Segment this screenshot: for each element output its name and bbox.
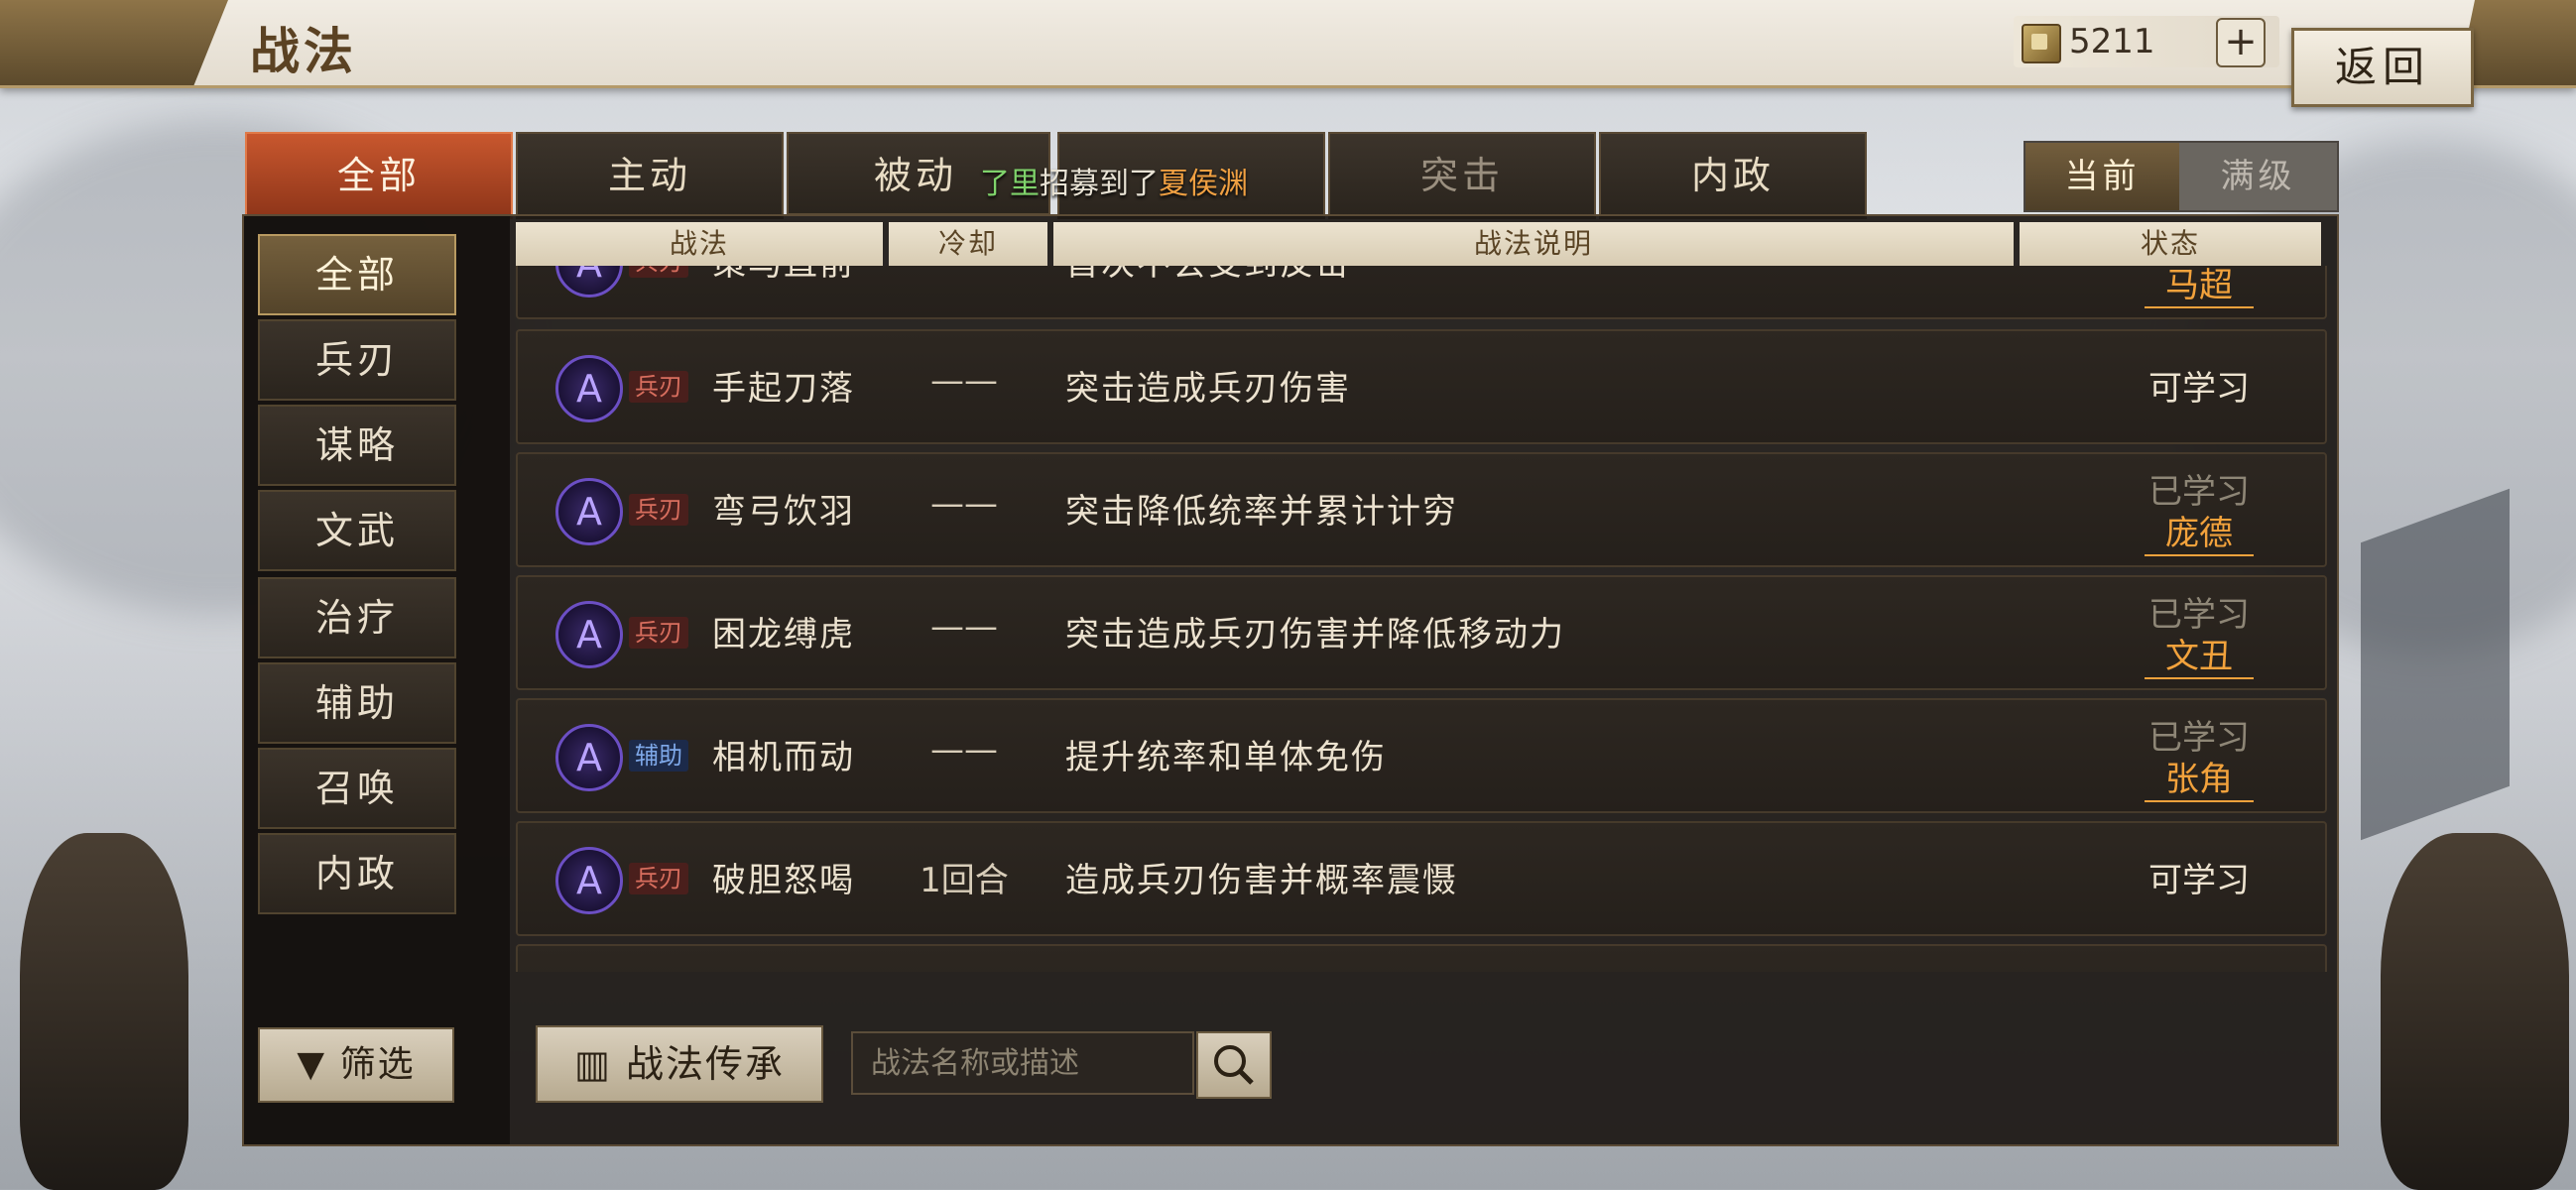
skill-description: 突击降低统率并累计计穷 [1065, 492, 1458, 532]
skill-status: 可学习 [2148, 861, 2250, 900]
skill-cooldown: 1回合 [920, 861, 1009, 900]
table-row[interactable]: A 兵刃 破胆怒喝 1回合 造成兵刃伤害并概率震慑 可学习 [516, 821, 2327, 936]
toggle-current[interactable]: 当前 [2025, 143, 2179, 210]
table-row[interactable]: A 辅助 相机而动 —— 提升统率和单体免伤 已学习 张角 [516, 698, 2327, 813]
header-description: 战法说明 [1053, 222, 2014, 266]
skill-name: 弯弓饮羽 [712, 492, 855, 532]
skill-cooldown: —— [930, 607, 998, 647]
recruit-notice: 了里招募到了夏侯渊 [980, 159, 1248, 202]
tab-assault[interactable]: 突击 [1328, 132, 1596, 219]
skill-name: 手起刀落 [712, 369, 855, 409]
learned-by-general[interactable]: 马超 [2145, 266, 2254, 308]
skill-icon: A [555, 847, 623, 914]
sidebar-item-healing[interactable]: 治疗 [258, 577, 456, 658]
header-cooldown: 冷却 [889, 222, 1047, 266]
skill-name: 相机而动 [712, 738, 855, 777]
funnel-icon: ▼ [297, 1044, 327, 1085]
filter-label: 筛选 [339, 1044, 416, 1085]
title-ornament [0, 0, 228, 85]
corner-ornament [2457, 0, 2576, 85]
search-input[interactable] [851, 1031, 1194, 1095]
skill-name: 破胆怒喝 [712, 861, 855, 900]
level-toggle: 当前 满级 [2024, 141, 2339, 212]
skill-name: 策马直前 [712, 266, 855, 285]
sidebar-item-blade[interactable]: 兵刃 [258, 319, 456, 401]
book-icon: ▥ [573, 1042, 612, 1086]
page-title: 战法 [250, 23, 357, 80]
sidebar-item-all[interactable]: 全部 [258, 234, 456, 315]
skill-icon: A [555, 355, 623, 422]
sidebar-item-support[interactable]: 辅助 [258, 662, 456, 744]
filter-button[interactable]: ▼ 筛选 [258, 1027, 454, 1103]
table-row[interactable] [516, 944, 2327, 972]
table-row[interactable]: A 兵刃 弯弓饮羽 —— 突击降低统率并累计计穷 已学习 庞德 [516, 452, 2327, 567]
notice-text: 招募到了 [1040, 167, 1159, 201]
learned-by-general[interactable]: 张角 [2145, 752, 2254, 802]
search-icon [1214, 1045, 1254, 1085]
skill-icon: A [555, 724, 623, 791]
skill-type-tag: 兵刃 [629, 371, 688, 403]
skill-list[interactable]: A 兵刃 策马直前 首次不会受到反击 马超 A 兵刃 手起刀落 —— 突击造成兵… [516, 266, 2327, 972]
learned-by-general[interactable]: 庞德 [2145, 506, 2254, 556]
sidebar-item-administration[interactable]: 内政 [258, 833, 456, 914]
tab-administration[interactable]: 内政 [1599, 132, 1867, 219]
category-sidebar: 全部 兵刃 谋略 文武 治疗 辅助 召唤 内政 ▼ 筛选 [244, 216, 510, 1144]
tab-active[interactable]: 主动 [516, 132, 784, 219]
general-figure-left [20, 833, 188, 1190]
skill-cooldown: —— [930, 361, 998, 401]
tab-all[interactable]: 全部 [245, 132, 513, 219]
learned-by-general[interactable]: 文丑 [2145, 629, 2254, 679]
currency-value: 5211 [2069, 22, 2155, 61]
skill-status: 可学习 [2148, 369, 2250, 409]
skill-type-tag: 兵刃 [629, 266, 688, 278]
back-button[interactable]: 返回 [2291, 28, 2474, 107]
table-row[interactable]: A 兵刃 策马直前 首次不会受到反击 马超 [516, 266, 2327, 319]
skill-icon: A [555, 601, 623, 668]
sidebar-item-civil-martial[interactable]: 文武 [258, 490, 456, 571]
skill-inherit-button[interactable]: ▥ 战法传承 [536, 1025, 823, 1103]
top-bar: 战法 5211 + [0, 0, 2576, 88]
toggle-max-level[interactable]: 满级 [2181, 143, 2335, 210]
header-skill: 战法 [516, 222, 883, 266]
header-status: 状态 [2020, 222, 2321, 266]
skill-type-tag: 辅助 [629, 740, 688, 772]
skill-type-tag: 兵刃 [629, 617, 688, 649]
skill-icon: A [555, 478, 623, 545]
skill-description: 突击造成兵刃伤害 [1065, 369, 1351, 409]
skill-icon: A [555, 266, 623, 298]
search-button[interactable] [1196, 1031, 1272, 1099]
sidebar-item-summon[interactable]: 召唤 [258, 748, 456, 829]
notice-general: 夏侯渊 [1159, 167, 1248, 201]
skill-cooldown: —— [930, 484, 998, 524]
skill-description: 突击造成兵刃伤害并降低移动力 [1065, 615, 1565, 654]
gold-token-icon [2022, 24, 2061, 63]
add-currency-button[interactable]: + [2216, 18, 2266, 67]
skill-type-tag: 兵刃 [629, 863, 688, 894]
inherit-label: 战法传承 [625, 1042, 785, 1086]
skill-description: 造成兵刃伤害并概率震慑 [1065, 861, 1458, 900]
skill-description: 提升统率和单体免伤 [1065, 738, 1387, 777]
skill-name: 困龙缚虎 [712, 615, 855, 654]
skill-cooldown: —— [930, 730, 998, 770]
table-row[interactable]: A 兵刃 手起刀落 —— 突击造成兵刃伤害 可学习 [516, 329, 2327, 444]
notice-prefix: 了里 [980, 167, 1040, 201]
table-row[interactable]: A 兵刃 困龙缚虎 —— 突击造成兵刃伤害并降低移动力 已学习 文丑 [516, 575, 2327, 690]
background-banner [2361, 488, 2510, 841]
sidebar-item-strategy[interactable]: 谋略 [258, 405, 456, 486]
general-figure-right [2381, 833, 2569, 1190]
skill-type-tag: 兵刃 [629, 494, 688, 526]
skill-description: 首次不会受到反击 [1065, 266, 1351, 285]
